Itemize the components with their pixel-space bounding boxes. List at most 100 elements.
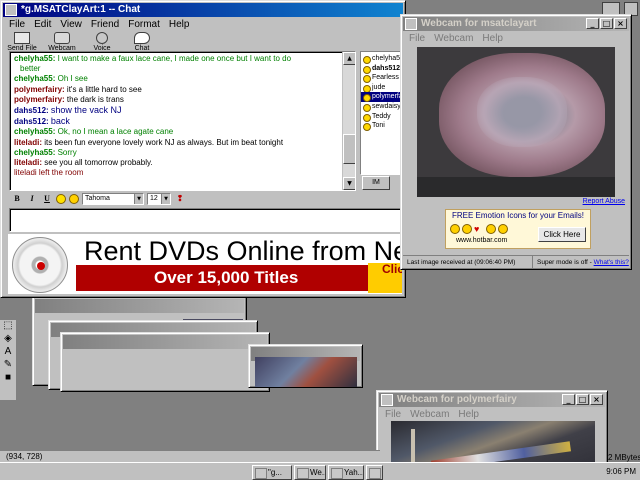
paint-select-icon[interactable]: ⬚ [0, 320, 16, 333]
ad-subline: Over 15,000 Titles [76, 265, 402, 291]
emotion-icons-ad[interactable]: FREE Emotion Icons for your Emails! ♥ ww… [445, 209, 591, 249]
chat-message: dahs512: back [14, 116, 70, 127]
chat-button[interactable]: Chat [127, 32, 157, 52]
taskbar-item[interactable]: We... [294, 465, 326, 480]
smiley-icon [450, 224, 460, 234]
italic-button[interactable]: I [26, 193, 38, 205]
underline-button[interactable]: U [41, 193, 53, 205]
minimize-icon[interactable]: _ [562, 394, 575, 405]
chevron-down-icon: ▼ [161, 194, 170, 204]
chat-menubar: File Edit View Friend Format Help [5, 18, 401, 31]
font-size-select[interactable]: 12 ▼ [147, 193, 171, 205]
close-icon[interactable]: × [614, 18, 627, 29]
smiley-icon [462, 224, 472, 234]
menu-help[interactable]: Help [169, 18, 190, 31]
webcam1-menu-file[interactable]: File [409, 32, 425, 45]
send-file-button[interactable]: Send File [7, 32, 37, 52]
menu-edit[interactable]: Edit [34, 18, 51, 31]
taskbar: "g... We... Yah... We... 9:06 PM [0, 462, 640, 480]
user-list[interactable]: chelyha5 dahs512 Fearless jude polymerfa… [360, 51, 402, 175]
paint-fill-icon[interactable]: ◈ [0, 333, 16, 346]
background-webcam-window[interactable] [248, 344, 363, 388]
emotion-ad-title: FREE Emotion Icons for your Emails! [451, 211, 585, 220]
paint-text-icon[interactable]: A [0, 346, 16, 359]
user-list-item[interactable]: dahs512 [361, 64, 401, 74]
chat-log[interactable]: chelyha55: I want to make a faux lace ca… [9, 51, 356, 191]
whats-this-link[interactable]: What's this? [594, 259, 629, 266]
chat-scrollbar[interactable]: ▲ ▼ [342, 52, 355, 190]
chat-message: liteladi: its been fun everyone lovely w… [14, 137, 284, 147]
smiley-icon[interactable] [56, 194, 66, 204]
menu-friend[interactable]: Friend [91, 18, 119, 31]
webcam-window-msatclayart[interactable]: Webcam for msatclayart _ □ × File Webcam… [400, 14, 632, 270]
menu-view[interactable]: View [60, 18, 82, 31]
emotion-ad-site: www.hotbar.com [456, 237, 508, 244]
paint-shape-icon[interactable]: ■ [0, 372, 16, 385]
user-list-item[interactable]: jude [361, 83, 401, 93]
emoticon-strip: ♥ [450, 224, 508, 234]
webcam2-menu-file[interactable]: File [385, 408, 401, 421]
webcam1-statusbar: Last image received at (09:06:40 PM) Sup… [403, 255, 629, 268]
webcam2-title-bar[interactable]: Webcam for polymerfairy _ □ × [379, 393, 605, 407]
webcam-button[interactable]: Webcam [47, 32, 77, 52]
maximize-icon[interactable]: □ [600, 18, 613, 29]
user-list-item[interactable]: chelyha5 [361, 54, 401, 64]
user-list-item[interactable]: Fearless [361, 73, 401, 83]
chat-message: chelyha55: Oh I see [14, 74, 88, 84]
chat-message: chelyha55: I want to make a faux lace ca… [14, 54, 292, 63]
paint-brush-icon[interactable]: ✎ [0, 359, 16, 372]
netflix-ad-banner[interactable]: Rent DVDs Online from Netfl Over 15,000 … [8, 234, 402, 294]
taskbar-item[interactable]: "g... [252, 465, 292, 480]
background-window-3[interactable] [60, 332, 270, 392]
webcam1-menu-webcam[interactable]: Webcam [434, 32, 473, 45]
taskbar-item[interactable]: Yah... [328, 465, 364, 480]
im-button[interactable]: IM [362, 176, 390, 190]
chat-message: chelyha55: Sorry [14, 147, 77, 157]
chat-title-bar[interactable]: *g.MSATClayArt:1 -- Chat [3, 3, 403, 17]
webcam2-menu-help[interactable]: Help [458, 408, 479, 421]
maximize-icon[interactable]: □ [576, 394, 589, 405]
webcam1-menubar: File Webcam Help [405, 32, 627, 45]
ad-headline: Rent DVDs Online from Netfl [84, 236, 402, 266]
webcam1-image [417, 47, 615, 197]
font-select[interactable]: Tahoma ▼ [82, 193, 144, 205]
webcam2-menu-webcam[interactable]: Webcam [410, 408, 449, 421]
heart-icon: ♥ [474, 224, 480, 234]
chat-message: polymerfairy: the dark is trans [14, 94, 124, 104]
minimize-icon[interactable]: _ [586, 18, 599, 29]
text-color-icon[interactable]: ❢ [174, 193, 186, 205]
background-webcam-image-2 [255, 357, 357, 387]
user-list-item[interactable]: Teddy [361, 112, 401, 122]
close-icon[interactable]: × [590, 394, 603, 405]
user-list-item[interactable]: sewdaisy [361, 102, 401, 112]
scroll-down-icon[interactable]: ▼ [343, 177, 355, 190]
taskbar-item[interactable]: We... [366, 465, 383, 480]
report-abuse-link[interactable]: Report Abuse [583, 198, 625, 205]
webcam1-title-bar[interactable]: Webcam for msatclayart _ □ × [403, 17, 629, 31]
chevron-down-icon: ▼ [134, 194, 143, 204]
voice-button[interactable]: Voice [87, 32, 117, 52]
menu-format[interactable]: Format [128, 18, 160, 31]
chat-message: better [20, 64, 41, 74]
click-here-button[interactable]: Click Here [538, 227, 586, 242]
scroll-thumb[interactable] [343, 134, 355, 164]
user-list-item[interactable]: polymerfa [361, 92, 401, 102]
emoticon-icon[interactable] [69, 194, 79, 204]
bold-button[interactable]: B [11, 193, 23, 205]
smiley-icon [498, 224, 508, 234]
memory-indicator: 2 MBytes [608, 453, 640, 462]
chat-message: liteladi left the room [14, 168, 84, 178]
last-image-status: Last image received at (09:06:40 PM) [403, 256, 533, 268]
webcam-window-icon [381, 394, 393, 406]
paint-statusbar: (934, 728) [0, 450, 380, 462]
chat-window[interactable]: *g.MSATClayArt:1 -- Chat File Edit View … [0, 0, 406, 298]
webcam1-menu-help[interactable]: Help [482, 32, 503, 45]
webcam2-menubar: File Webcam Help [381, 408, 603, 421]
message-input[interactable] [9, 208, 403, 232]
scroll-up-icon[interactable]: ▲ [343, 52, 355, 65]
user-list-item[interactable]: Toni [361, 121, 401, 131]
menu-file[interactable]: File [9, 18, 25, 31]
chat-title: *g.MSATClayArt:1 -- Chat [21, 4, 141, 15]
paint-toolstrip: ⬚ ◈ A ✎ ■ [0, 320, 16, 400]
send-file-icon [14, 32, 30, 44]
